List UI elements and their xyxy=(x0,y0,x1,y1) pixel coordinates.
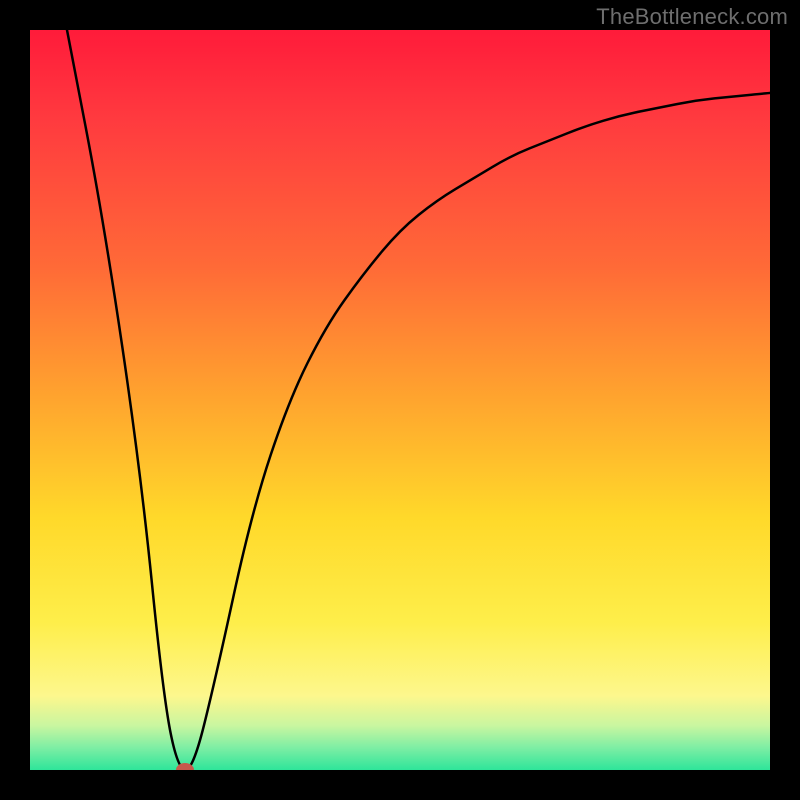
plot-area xyxy=(30,30,770,770)
gradient-background xyxy=(30,30,770,770)
watermark-text: TheBottleneck.com xyxy=(596,4,788,30)
bottleneck-point-marker xyxy=(176,763,194,770)
chart-container: TheBottleneck.com xyxy=(0,0,800,800)
